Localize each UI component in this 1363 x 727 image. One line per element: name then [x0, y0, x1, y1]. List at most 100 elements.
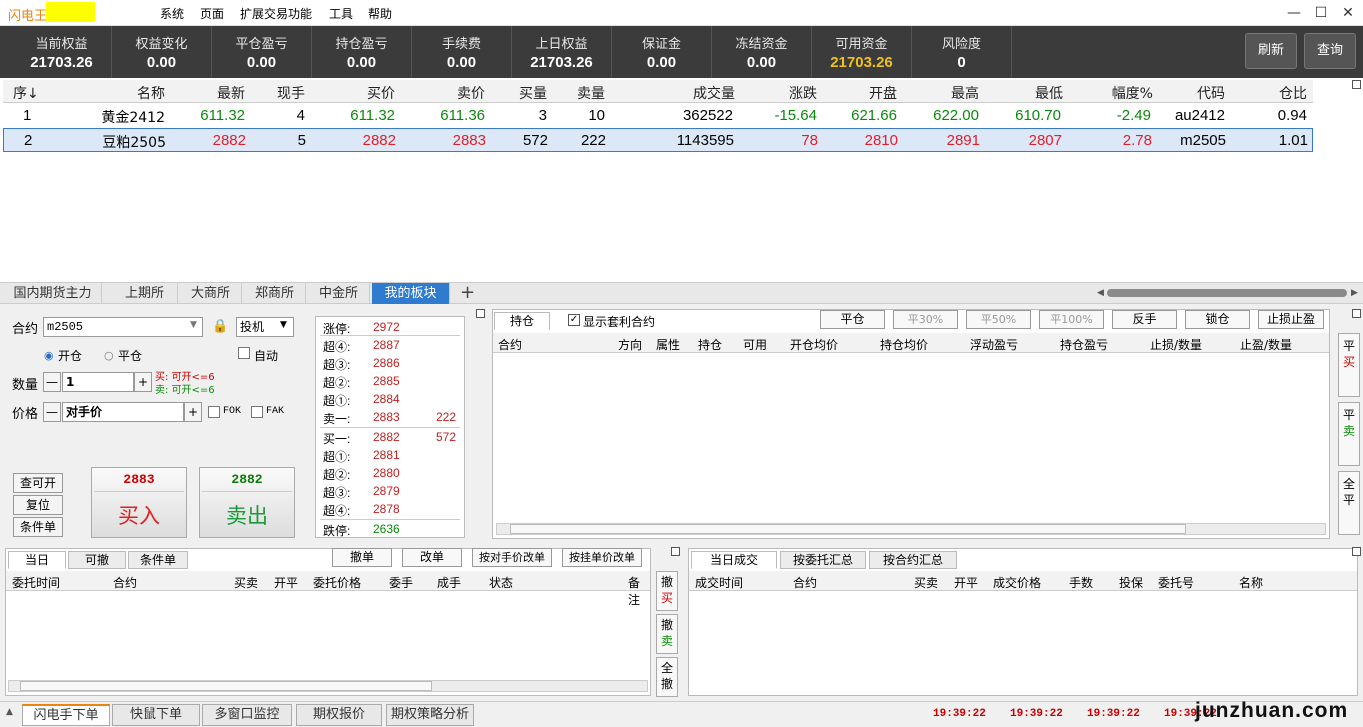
close-all-button[interactable]: 全平 [1338, 471, 1360, 535]
cond-order-button[interactable]: 条件单 [13, 517, 63, 537]
tab-lightning-order[interactable]: 闪电手下单 [22, 704, 110, 726]
settings-square-icon[interactable] [671, 547, 680, 556]
quote-row-selected[interactable]: 2 豆粕2505 2882 5 2882 2883 572 222 114359… [3, 128, 1313, 152]
reset-button[interactable]: 复位 [13, 495, 63, 515]
trade-col[interactable]: 名称 [1239, 574, 1263, 591]
close-sell-button[interactable]: 平卖 [1338, 402, 1360, 466]
price-plus-button[interactable]: + [184, 402, 202, 422]
settings-square-icon[interactable] [1352, 309, 1361, 318]
col-high[interactable]: 最高 [903, 83, 979, 103]
close-icon[interactable]: ✕ [1337, 3, 1359, 23]
tab-option-strategy[interactable]: 期权策略分析 [386, 704, 474, 726]
refresh-button[interactable]: 刷新 [1245, 33, 1297, 69]
tab-trades-by-contract[interactable]: 按合约汇总 [869, 551, 957, 569]
tab-shfe[interactable]: 上期所 [112, 283, 178, 304]
query-open-button[interactable]: 查可开 [13, 473, 63, 493]
ord-col[interactable]: 委托时间 [12, 574, 60, 591]
col-last[interactable]: 最新 [183, 83, 245, 103]
pos-col[interactable]: 属性 [656, 336, 680, 353]
close-30-button[interactable]: 平30% [893, 310, 958, 329]
tab-trades-today[interactable]: 当日成交 [691, 551, 777, 569]
tab-orders-conditional[interactable]: 条件单 [128, 551, 188, 569]
positions-scrollbar-thumb[interactable] [510, 524, 1186, 534]
ord-col[interactable]: 成手 [437, 574, 461, 591]
col-askvol[interactable]: 卖量 [553, 83, 605, 103]
ord-col[interactable]: 买卖 [234, 574, 258, 591]
bid-level-price[interactable]: 2878 [373, 502, 400, 516]
add-tab-icon[interactable]: + [460, 283, 475, 303]
close-radio-icon[interactable]: ○ [104, 349, 114, 362]
bid-level-price[interactable]: 2879 [373, 484, 400, 498]
pos-col[interactable]: 合约 [498, 336, 522, 353]
ask1-price[interactable]: 2883 [373, 410, 400, 424]
modify-order-button[interactable]: 改单 [402, 548, 462, 567]
cancel-buy-button[interactable]: 撤买 [656, 571, 678, 611]
tab-positions[interactable]: 持仓 [494, 312, 550, 330]
open-radio-icon[interactable]: ◉ [44, 349, 54, 362]
menu-page[interactable]: 页面 [200, 5, 224, 22]
trade-col[interactable]: 手数 [1069, 574, 1093, 591]
col-low[interactable]: 最低 [983, 83, 1063, 103]
trade-col[interactable]: 开平 [954, 574, 978, 591]
query-button[interactable]: 查询 [1304, 33, 1356, 69]
ord-col[interactable]: 委托价格 [313, 574, 361, 591]
close-buy-button[interactable]: 平买 [1338, 333, 1360, 397]
col-ratio[interactable]: 仓比 [1233, 83, 1307, 103]
cancel-all-button[interactable]: 全撤 [656, 657, 678, 697]
tab-option-quotes[interactable]: 期权报价 [296, 704, 382, 726]
price-minus-button[interactable]: — [43, 402, 61, 422]
tab-my-sector[interactable]: 我的板块 [372, 283, 450, 304]
qty-plus-button[interactable]: + [134, 372, 152, 392]
price-input[interactable]: 对手价 [62, 402, 184, 422]
menu-tools[interactable]: 工具 [329, 5, 353, 22]
cancel-order-button[interactable]: 撤单 [332, 548, 392, 567]
pos-col[interactable]: 开仓均价 [790, 336, 838, 353]
hedge-dropdown-icon[interactable]: ▼ [280, 320, 287, 330]
stop-loss-profit-button[interactable]: 止损止盈 [1258, 310, 1324, 329]
modify-counter-price-button[interactable]: 按对手价改单 [472, 548, 552, 567]
pos-col[interactable]: 方向 [618, 336, 642, 353]
col-name[interactable]: 名称 [103, 83, 165, 103]
settings-square-icon[interactable] [1352, 80, 1361, 89]
ord-col[interactable]: 合约 [113, 574, 137, 591]
qty-input[interactable]: 1 [62, 372, 134, 392]
col-volume[interactable]: 成交量 [623, 83, 735, 103]
col-ask[interactable]: 卖价 [403, 83, 485, 103]
col-bid[interactable]: 买价 [323, 83, 395, 103]
sell-button[interactable]: 2882 卖出 [199, 467, 295, 538]
col-pct[interactable]: 幅度% [1073, 83, 1153, 103]
ord-col[interactable]: 备注 [628, 574, 650, 608]
settings-square-icon[interactable] [476, 309, 485, 318]
menu-extended-trading[interactable]: 扩展交易功能 [240, 5, 312, 22]
tab-domestic-main[interactable]: 国内期货主力 [4, 283, 102, 304]
trade-col[interactable]: 买卖 [914, 574, 938, 591]
buy-button[interactable]: 2883 买入 [91, 467, 187, 538]
trade-col[interactable]: 委托号 [1158, 574, 1194, 591]
minimize-icon[interactable]: — [1283, 3, 1305, 23]
lock-position-button[interactable]: 锁仓 [1185, 310, 1250, 329]
fak-checkbox[interactable] [251, 406, 263, 418]
ask-level-price[interactable]: 2884 [373, 392, 400, 406]
lock-icon[interactable]: 🔒 [212, 319, 228, 334]
col-code[interactable]: 代码 [1153, 83, 1225, 103]
pos-col[interactable]: 可用 [743, 336, 767, 353]
pos-col[interactable]: 止盈/数量 [1240, 336, 1292, 353]
modify-queue-price-button[interactable]: 按挂单价改单 [562, 548, 642, 567]
trade-col[interactable]: 成交时间 [695, 574, 743, 591]
fok-checkbox[interactable] [208, 406, 220, 418]
pos-col[interactable]: 持仓 [698, 336, 722, 353]
menu-system[interactable]: 系统 [160, 5, 184, 22]
reverse-button[interactable]: 反手 [1112, 310, 1177, 329]
col-change[interactable]: 涨跌 [743, 83, 817, 103]
bid1-price[interactable]: 2882 [373, 430, 400, 444]
tab-quick-mouse-order[interactable]: 快鼠下单 [112, 704, 200, 726]
close-100-button[interactable]: 平100% [1039, 310, 1104, 329]
col-open[interactable]: 开盘 [823, 83, 897, 103]
ord-col[interactable]: 委手 [389, 574, 413, 591]
bid-level-price[interactable]: 2881 [373, 448, 400, 462]
tab-orders-today[interactable]: 当日 [8, 551, 66, 569]
cancel-sell-button[interactable]: 撤卖 [656, 614, 678, 654]
scroll-right-icon[interactable]: ▶ [1351, 288, 1358, 298]
tab-cffex[interactable]: 中金所 [308, 283, 370, 304]
orders-scrollbar-thumb[interactable] [20, 681, 432, 691]
